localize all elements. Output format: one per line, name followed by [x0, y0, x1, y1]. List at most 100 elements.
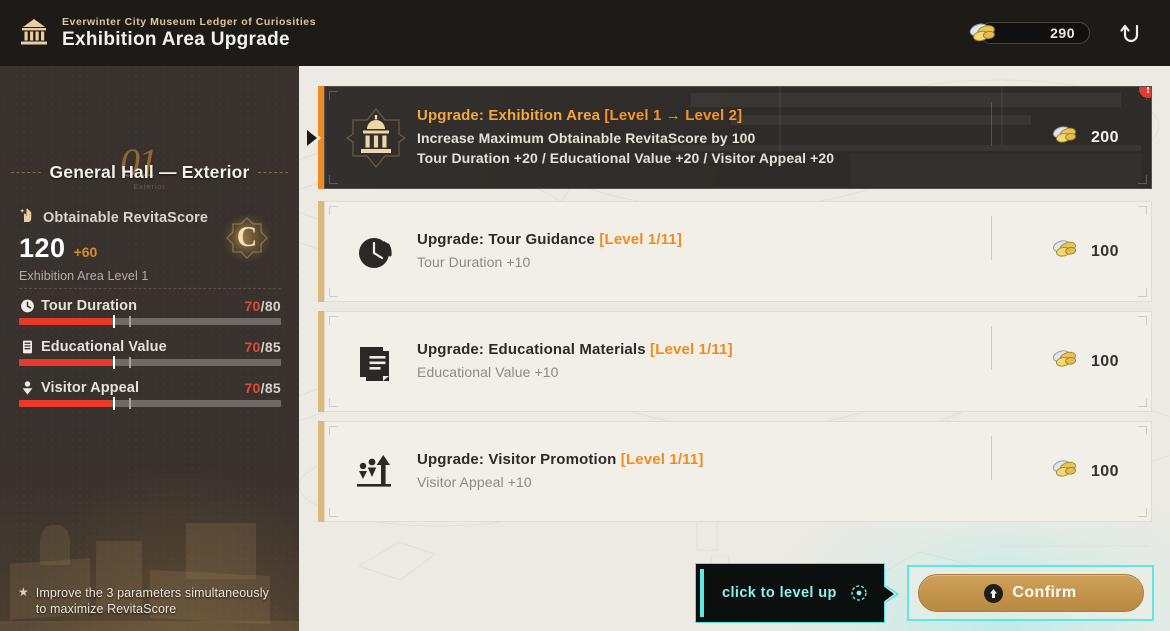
tooltip-pointer-arrow-icon — [880, 583, 902, 605]
area-subtitle: Exterior — [133, 184, 166, 191]
footnote-text: Improve the 3 parameters simultaneously … — [35, 586, 269, 616]
footnote: ★ Improve the 3 parameters simultaneousl… — [18, 585, 273, 617]
card-cost: 100 — [991, 216, 1129, 265]
corner-accent — [1138, 398, 1147, 407]
card-text-group: Upgrade: Exhibition Area [Level 1 → Leve… — [417, 107, 1007, 168]
score-value: 120 — [19, 233, 66, 263]
area-title: General Hall — Exterior — [49, 162, 250, 182]
confirm-highlight-frame: Confirm — [907, 565, 1154, 621]
corner-accent — [329, 91, 338, 100]
area-title-row: General Hall — Exterior — [0, 162, 299, 183]
upgrade-card-educational-materials[interactable]: Upgrade: Educational Materials [Level 1/… — [318, 311, 1152, 412]
header-bar: Everwinter City Museum Ledger of Curiosi… — [0, 0, 1170, 66]
level-up-hint-tooltip: click to level up — [695, 563, 885, 623]
corner-accent — [329, 508, 338, 517]
gold-coin-icon — [967, 21, 1001, 45]
confirm-label: Confirm — [1012, 584, 1077, 601]
stat-row: Educational Value 70/85 — [19, 339, 281, 369]
stats-list: Tour Duration 70/80 Educational Value 70… — [19, 298, 281, 421]
divider-dash-left — [11, 172, 42, 173]
score-delta: +60 — [73, 244, 98, 260]
card-description-line1: Educational Value +10 — [417, 364, 559, 380]
visitor-icon — [19, 380, 36, 396]
corner-accent — [329, 316, 338, 325]
upgrade-options-panel: Upgrade: Exhibition Area [Level 1 → Leve… — [299, 66, 1170, 631]
sidebar-divider — [19, 288, 281, 289]
cost-amount: 100 — [1091, 352, 1119, 370]
sparkle-hand-icon — [19, 206, 37, 229]
corner-accent — [329, 426, 338, 435]
obtainable-score-block: Obtainable RevitaScore 120 +60 Exhibitio… — [19, 206, 281, 283]
corner-accent — [329, 398, 338, 407]
corner-accent — [1138, 426, 1147, 435]
rank-badge: C — [221, 212, 273, 264]
tooltip-text: click to level up — [722, 585, 837, 601]
header-subtitle: Everwinter City Museum Ledger of Curiosi… — [62, 15, 317, 28]
documents-icon — [343, 329, 409, 395]
card-title: Upgrade: Tour Guidance [Level 1/11] — [417, 231, 683, 248]
cost-divider — [991, 216, 992, 260]
card-title: Upgrade: Educational Materials [Level 1/… — [417, 341, 733, 358]
header-actions: 290 — [969, 18, 1170, 48]
cost-divider — [991, 102, 992, 146]
corner-accent — [1138, 316, 1147, 325]
stat-values: 70/80 — [244, 298, 281, 314]
book-icon — [19, 339, 36, 355]
cost-divider — [991, 436, 992, 480]
stat-bar — [19, 356, 281, 369]
corner-accent — [1138, 206, 1147, 215]
stat-bar — [19, 315, 281, 328]
stat-name: Tour Duration — [41, 298, 138, 314]
stat-row: Visitor Appeal 70/85 — [19, 380, 281, 410]
upgrade-card-visitor-promotion[interactable]: Upgrade: Visitor Promotion [Level 1/11] … — [318, 421, 1152, 522]
currency-amount: 290 — [1050, 25, 1075, 41]
clock-rotate-icon — [343, 219, 409, 285]
header-title-group: Everwinter City Museum Ledger of Curiosi… — [0, 16, 316, 51]
museum-building-icon — [343, 105, 409, 171]
upgrade-card-list: Upgrade: Exhibition Area [Level 1 → Leve… — [307, 86, 1152, 531]
gold-coin-icon — [1050, 238, 1082, 265]
stat-row: Tour Duration 70/80 — [19, 298, 281, 328]
score-label: Obtainable RevitaScore — [43, 209, 208, 226]
divider-dash-right — [257, 172, 288, 173]
stat-name: Educational Value — [41, 339, 167, 355]
corner-accent — [1138, 288, 1147, 297]
stat-values: 70/85 — [244, 380, 281, 396]
corner-accent — [329, 175, 338, 184]
up-arrow-circle-icon — [984, 583, 1004, 603]
stat-bar — [19, 397, 281, 410]
corner-accent — [329, 288, 338, 297]
rank-letter: C — [236, 222, 258, 253]
museum-building-icon — [18, 18, 50, 48]
card-text-group: Upgrade: Tour Guidance [Level 1/11] Tour… — [417, 231, 1007, 272]
card-cost: 100 — [991, 326, 1129, 375]
tooltip-accent-bar — [700, 569, 704, 617]
upgrade-card-exhibition-area[interactable]: Upgrade: Exhibition Area [Level 1 → Leve… — [307, 86, 1152, 189]
cost-amount: 200 — [1091, 128, 1119, 146]
people-up-arrow-icon — [343, 439, 409, 505]
card-cost: 200 — [991, 102, 1129, 151]
upgrade-card-tour-guidance[interactable]: Upgrade: Tour Guidance [Level 1/11] Tour… — [318, 201, 1152, 302]
card-cost: 100 — [991, 436, 1129, 485]
cost-amount: 100 — [1091, 242, 1119, 260]
clock-icon — [19, 298, 36, 314]
card-description-line1: Visitor Appeal +10 — [417, 474, 532, 490]
stat-name: Visitor Appeal — [41, 380, 140, 396]
gold-coin-icon — [1050, 348, 1082, 375]
page-title: Exhibition Area Upgrade — [62, 28, 290, 50]
card-description-line1: Tour Duration +10 — [417, 254, 531, 270]
selection-chevron-icon — [304, 128, 324, 148]
card-title: Upgrade: Exhibition Area [Level 1 → Leve… — [417, 107, 743, 124]
confirm-button[interactable]: Confirm — [917, 574, 1144, 612]
cost-divider — [991, 326, 992, 370]
exhibition-upgrade-screen: Everwinter City Museum Ledger of Curiosi… — [0, 0, 1170, 631]
corner-accent — [1138, 175, 1147, 184]
stat-values: 70/85 — [244, 339, 281, 355]
currency-display[interactable]: 290 — [969, 22, 1090, 44]
card-text-group: Upgrade: Educational Materials [Level 1/… — [417, 341, 1007, 382]
back-arrow-icon[interactable] — [1116, 18, 1146, 48]
cursor-click-icon — [850, 584, 868, 602]
area-level-text: Exhibition Area Level 1 — [19, 269, 149, 283]
star-bullet-icon: ★ — [18, 585, 29, 599]
corner-accent — [1138, 508, 1147, 517]
